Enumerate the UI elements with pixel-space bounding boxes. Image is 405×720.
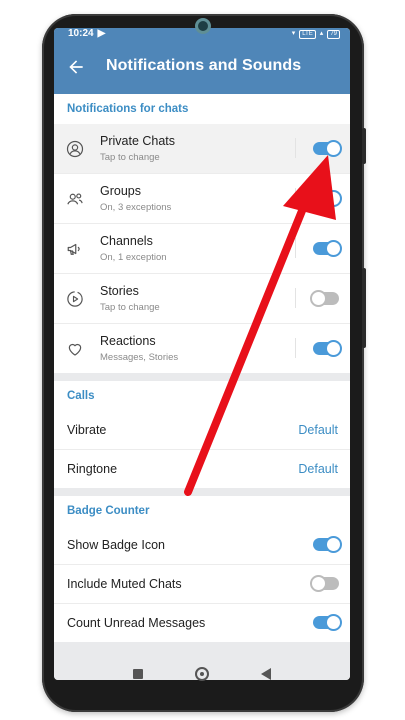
setting-vibrate[interactable]: Vibrate Default bbox=[54, 411, 350, 450]
divider bbox=[295, 138, 296, 158]
groups-toggle[interactable] bbox=[313, 190, 342, 207]
section-gap bbox=[54, 488, 350, 496]
reactions-toggle[interactable] bbox=[313, 340, 342, 357]
heart-icon bbox=[68, 343, 82, 356]
back-icon[interactable] bbox=[261, 668, 271, 680]
person-icon bbox=[66, 140, 84, 158]
page-title: Notifications and Sounds bbox=[106, 57, 302, 74]
toggle-knob bbox=[325, 240, 342, 257]
setting-label: Count Unread Messages bbox=[67, 616, 206, 630]
toggle-knob bbox=[325, 614, 342, 631]
setting-label: Show Badge Icon bbox=[67, 538, 165, 552]
megaphone-icon bbox=[67, 243, 80, 255]
setting-value: Default bbox=[298, 423, 338, 437]
home-icon[interactable] bbox=[195, 667, 209, 681]
signal-icon: ▴ bbox=[319, 30, 324, 37]
setting-label: Channels bbox=[100, 234, 153, 248]
setting-ringtone[interactable]: Ringtone Default bbox=[54, 450, 350, 488]
setting-sublabel: On, 3 exceptions bbox=[100, 202, 172, 213]
setting-label: Ringtone bbox=[67, 462, 118, 476]
divider bbox=[295, 288, 296, 308]
badge-section: Badge Counter Show Badge Icon Include Mu… bbox=[54, 496, 350, 642]
channels-toggle[interactable] bbox=[313, 240, 342, 257]
divider bbox=[295, 238, 296, 258]
setting-channels[interactable]: Channels On, 1 exception bbox=[54, 224, 350, 274]
side-button bbox=[362, 268, 366, 348]
side-button bbox=[362, 128, 366, 164]
setting-groups[interactable]: Groups On, 3 exceptions bbox=[54, 174, 350, 224]
video-icon: ▶ bbox=[97, 28, 106, 39]
include-muted-toggle[interactable] bbox=[310, 575, 339, 592]
setting-reactions[interactable]: Reactions Messages, Stories bbox=[54, 324, 350, 373]
section-header: Calls bbox=[67, 390, 95, 402]
toggle-knob bbox=[325, 536, 342, 553]
section-header: Notifications for chats bbox=[67, 103, 189, 115]
battery-icon: 79 bbox=[327, 29, 340, 39]
setting-label: Groups bbox=[100, 184, 141, 198]
recents-icon[interactable] bbox=[133, 669, 143, 679]
setting-label: Vibrate bbox=[67, 423, 107, 437]
setting-label: Include Muted Chats bbox=[67, 577, 182, 591]
status-time: 10:24 bbox=[68, 28, 94, 39]
setting-count-unread[interactable]: Count Unread Messages bbox=[54, 604, 350, 642]
setting-label: Stories bbox=[100, 284, 139, 298]
stories-toggle[interactable] bbox=[310, 290, 339, 307]
toggle-knob bbox=[310, 575, 327, 592]
count-unread-toggle[interactable] bbox=[313, 614, 342, 631]
divider bbox=[295, 188, 296, 208]
setting-sublabel: On, 1 exception bbox=[100, 252, 167, 263]
setting-label: Private Chats bbox=[100, 134, 176, 148]
setting-private-chats[interactable]: Private Chats Tap to change bbox=[54, 124, 350, 174]
toggle-knob bbox=[325, 340, 342, 357]
toggle-knob bbox=[310, 290, 327, 307]
setting-stories[interactable]: Stories Tap to change bbox=[54, 274, 350, 324]
setting-sublabel: Messages, Stories bbox=[100, 352, 179, 363]
wifi-icon: ▾ bbox=[291, 30, 296, 37]
divider bbox=[295, 338, 296, 358]
setting-show-badge-icon[interactable]: Show Badge Icon bbox=[54, 526, 350, 565]
section-header: Badge Counter bbox=[67, 505, 150, 517]
setting-value: Default bbox=[298, 462, 338, 476]
front-camera bbox=[195, 18, 211, 34]
setting-label: Reactions bbox=[100, 334, 156, 348]
setting-include-muted-chats[interactable]: Include Muted Chats bbox=[54, 565, 350, 604]
stories-icon bbox=[67, 291, 83, 307]
screen: 10:24 ▶ ▾ LTE ▴ 79 Notifications and Sou… bbox=[54, 28, 350, 680]
calls-section: Calls Vibrate Default Ringtone Default bbox=[54, 381, 350, 488]
toggle-knob bbox=[325, 190, 342, 207]
nav-bar bbox=[54, 660, 350, 688]
setting-sublabel: Tap to change bbox=[100, 152, 160, 163]
group-icon bbox=[67, 193, 83, 205]
back-arrow-icon[interactable] bbox=[66, 57, 86, 77]
app-bar: Notifications and Sounds bbox=[54, 40, 350, 94]
notifications-section: Notifications for chats Private Chats Ta… bbox=[54, 94, 350, 373]
private-chats-toggle[interactable] bbox=[313, 140, 342, 157]
setting-sublabel: Tap to change bbox=[100, 302, 160, 313]
toggle-knob bbox=[325, 140, 342, 157]
volte-icon: LTE bbox=[299, 29, 316, 39]
show-badge-toggle[interactable] bbox=[313, 536, 342, 553]
section-gap bbox=[54, 373, 350, 381]
